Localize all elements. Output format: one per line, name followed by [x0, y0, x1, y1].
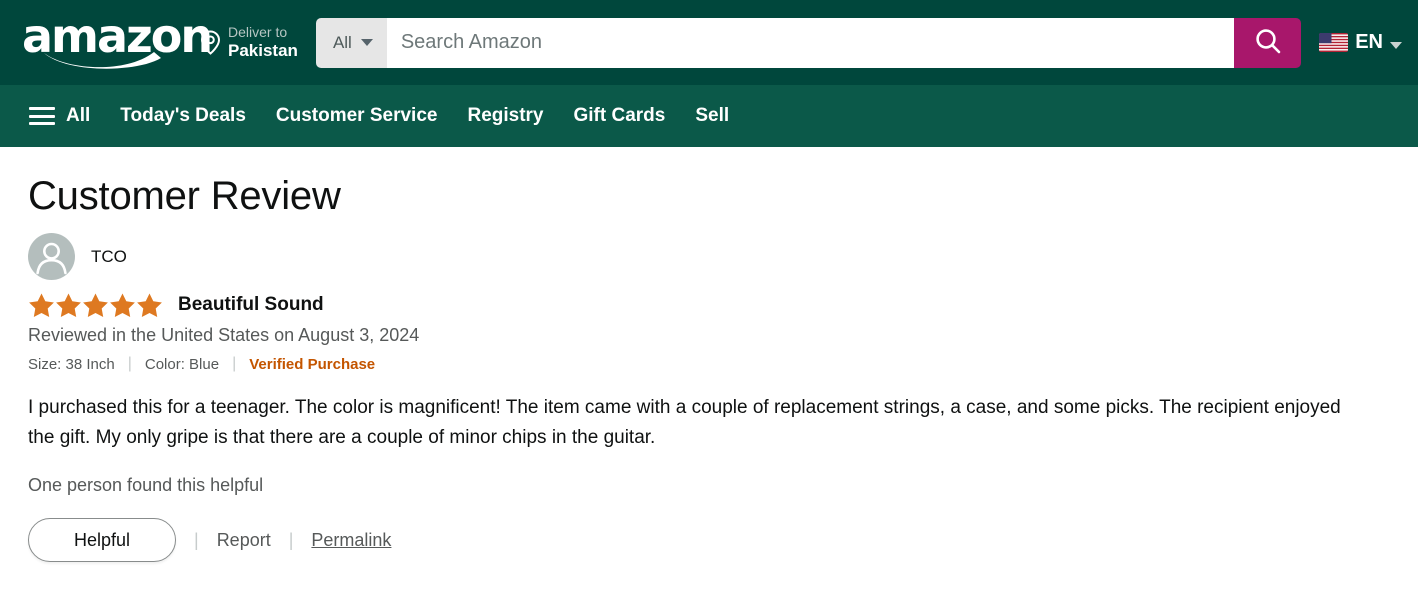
reviewer-name: TCO — [91, 246, 127, 266]
attribute-size[interactable]: Size: 38 Inch — [28, 356, 115, 373]
page-title: Customer Review — [28, 174, 341, 218]
action-separator: | — [288, 529, 294, 550]
nav-item-all[interactable]: All — [22, 98, 105, 134]
amazon-smile-icon — [42, 49, 164, 71]
attribute-separator: | — [232, 355, 237, 372]
search-icon — [1253, 26, 1283, 59]
star-rating[interactable] — [28, 292, 164, 317]
nav-item-todays-deals[interactable]: Today's Deals — [105, 98, 261, 134]
search-input[interactable] — [386, 17, 1235, 68]
review-page-content: Customer Review TCO Beautiful Sound Revi… — [0, 147, 1418, 562]
site-header: amazon Deliver to Pakistan All Search Am… — [0, 0, 1418, 85]
review-body-text: I purchased this for a teenager. The col… — [28, 397, 1341, 448]
nav-item-gift-cards[interactable]: Gift Cards — [559, 98, 681, 134]
chevron-down-icon — [360, 39, 373, 46]
permalink-link[interactable]: Permalink — [311, 530, 391, 551]
attribute-separator: | — [127, 355, 132, 372]
user-avatar-icon — [36, 242, 67, 275]
search-category-label: All — [332, 32, 352, 52]
language-selector[interactable]: EN — [1319, 31, 1404, 54]
search-bar: All — [315, 17, 1302, 68]
deliver-to-location: Pakistan — [228, 40, 298, 60]
nav-item-customer-service[interactable]: Customer Service — [261, 98, 453, 134]
review-attributes: Size: 38 Inch | Color: Blue | Verified P… — [28, 355, 1390, 373]
nav-all-label: All — [66, 105, 91, 126]
helpful-button[interactable]: Helpful — [28, 518, 176, 562]
helpful-count-text: One person found this helpful — [28, 475, 264, 495]
deliver-to-label: Deliver to — [228, 24, 288, 41]
nav-item-registry[interactable]: Registry — [452, 98, 558, 134]
language-code: EN — [1355, 31, 1383, 53]
star-icon — [29, 293, 162, 317]
amazon-logo[interactable]: amazon — [22, 13, 213, 71]
review-rating-row: Beautiful Sound — [28, 292, 1390, 317]
review-date: Reviewed in the United States on August … — [28, 325, 420, 345]
attribute-color[interactable]: Color: Blue — [145, 356, 219, 373]
us-flag-icon — [1319, 33, 1349, 52]
report-link[interactable]: Report — [217, 530, 271, 551]
verified-purchase-badge[interactable]: Verified Purchase — [249, 356, 375, 373]
search-category-dropdown[interactable]: All — [315, 17, 387, 68]
search-submit-button[interactable] — [1234, 17, 1302, 68]
avatar — [28, 233, 75, 280]
review-actions: Helpful | Report | Permalink — [28, 518, 1390, 562]
review-title[interactable]: Beautiful Sound — [178, 294, 324, 316]
hamburger-menu-icon — [29, 107, 55, 125]
reviewer-profile[interactable]: TCO — [28, 233, 1390, 280]
chevron-down-icon — [1390, 41, 1402, 49]
deliver-to-selector[interactable]: Deliver to Pakistan — [200, 24, 298, 60]
action-separator: | — [194, 529, 199, 550]
main-navigation: All Today's Deals Customer Service Regis… — [0, 85, 1418, 147]
nav-item-sell[interactable]: Sell — [680, 98, 744, 134]
